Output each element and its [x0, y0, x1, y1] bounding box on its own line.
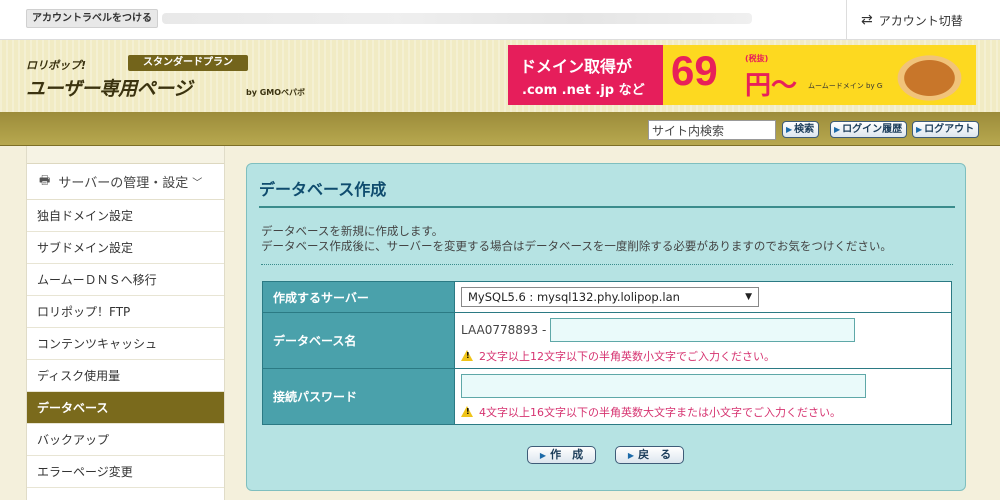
arrow-right-icon: ▶: [539, 451, 547, 460]
banner-tax: (税抜): [745, 54, 769, 63]
database-form: 作成するサーバー MySQL5.6 : mysql132.phy.lolipop…: [262, 281, 952, 425]
title-divider: [259, 206, 955, 208]
domain-ad-banner[interactable]: ドメイン取得が .com .net .jp など 69 (税抜) 円〜 ムームー…: [508, 45, 976, 105]
password-input[interactable]: [461, 373, 866, 398]
sidebar-item-backup[interactable]: バックアップ: [27, 424, 224, 456]
dbname-label: データベース名: [262, 312, 455, 369]
server-row: 作成するサーバー MySQL5.6 : mysql132.phy.lolipop…: [262, 281, 952, 313]
login-history-button[interactable]: ▶ ログイン履歴: [830, 121, 908, 138]
description-line-2: データベース作成後に、サーバーを変更する場合はデータベースを一度削除する必要があ…: [261, 239, 892, 253]
login-history-label: ログイン履歴: [842, 124, 903, 135]
banner-left: ドメイン取得が .com .net .jp など: [508, 45, 663, 105]
server-cell: MySQL5.6 : mysql132.phy.lolipop.lan ▼: [454, 281, 952, 313]
dbname-hint-text: 2文字以上12文字以下の半角英数小文字でご入力ください。: [479, 349, 775, 363]
arrow-right-icon: ▶: [834, 125, 841, 134]
sidebar-item-content-cache[interactable]: コンテンツキャッシュ: [27, 328, 224, 360]
blurred-account-info: [162, 13, 752, 24]
sidebar-top-spacer: [27, 146, 224, 164]
banner-tlds: .com .net .jp など: [522, 83, 645, 98]
password-hint-text: 4文字以上16文字以下の半角英数大文字または小文字でご入力ください。: [479, 405, 841, 419]
description-line-1: データベースを新規に作成します。: [261, 224, 444, 238]
search-bar: ▶検索 ▶ログイン履歴 ▶ログアウト: [0, 112, 1000, 146]
sidebar-section-label: サーバーの管理・設定: [58, 176, 189, 191]
back-button[interactable]: ▶ 戻 る: [615, 446, 684, 464]
sidebar: 🖶 サーバーの管理・設定 ﹀ 独自ドメイン設定 サブドメイン設定 ムームーＤＮＳ…: [26, 146, 225, 500]
sidebar-section-server[interactable]: 🖶 サーバーの管理・設定 ﹀: [27, 164, 224, 200]
sidebar-item-subdomain[interactable]: サブドメイン設定: [27, 232, 224, 264]
warning-icon: [461, 349, 474, 361]
top-bar: アカウントラベルをつける ⇄ アカウント切替: [0, 0, 1000, 40]
site-search-input[interactable]: [648, 120, 776, 140]
password-label: 接続パスワード: [262, 368, 455, 425]
logout-label: ログアウト: [924, 124, 975, 135]
dbname-row: データベース名 LAA0778893 - 2文字以上12文字以下の半角英数小文字…: [262, 312, 952, 369]
search-button[interactable]: ▶ 検索: [782, 121, 820, 138]
server-label: 作成するサーバー: [262, 281, 455, 313]
arrow-right-icon: ▶: [916, 125, 923, 134]
banner-right: 69 (税抜) 円〜 ムームードメイン by GMOペパボ: [663, 45, 976, 105]
account-label-button[interactable]: アカウントラベルをつける: [26, 9, 158, 28]
sidebar-item-error-page[interactable]: エラーページ変更: [27, 456, 224, 488]
company-name: by GMOペパボ: [246, 88, 306, 97]
banner-yen: 円〜: [745, 71, 798, 101]
sidebar-item-muumuu-dns[interactable]: ムームーＤＮＳへ移行: [27, 264, 224, 296]
arrow-right-icon: ▶: [786, 125, 793, 134]
header: ロリポップ! スタンダードプラン ユーザー専用ページ by GMOペパボ ドメイ…: [0, 40, 1000, 112]
dbname-input[interactable]: [550, 317, 856, 342]
password-cell: 4文字以上16文字以下の半角英数大文字または小文字でご入力ください。: [454, 368, 952, 425]
server-select[interactable]: MySQL5.6 : mysql132.phy.lolipop.lan ▼: [461, 287, 759, 307]
dotted-divider: [261, 264, 953, 265]
sidebar-item-custom-domain[interactable]: 独自ドメイン設定: [27, 200, 224, 232]
password-row: 接続パスワード 4文字以上16文字以下の半角英数大文字または小文字でご入力くださ…: [262, 368, 952, 425]
database-create-panel: データベース作成 データベースを新規に作成します。 データベース作成後に、サーバ…: [246, 163, 966, 491]
sidebar-item-disk-usage[interactable]: ディスク使用量: [27, 360, 224, 392]
warning-icon: [461, 405, 474, 417]
description: データベースを新規に作成します。 データベース作成後に、サーバーを変更する場合は…: [261, 224, 892, 254]
server-select-value: MySQL5.6 : mysql132.phy.lolipop.lan: [468, 290, 680, 304]
banner-price: 69: [671, 47, 718, 94]
create-button-label: 作 成: [550, 448, 584, 461]
server-icon: 🖶: [39, 173, 51, 187]
sidebar-item-ftp[interactable]: ロリポップ！FTP: [27, 296, 224, 328]
arrow-right-icon: ▶: [627, 451, 635, 460]
dbname-prefix: LAA0778893 -: [461, 322, 547, 337]
plan-badge: スタンダードプラン: [128, 55, 248, 71]
chevron-down-icon: ﹀: [192, 178, 203, 189]
dropdown-arrow-icon: ▼: [745, 292, 752, 302]
account-switch-button[interactable]: ⇄ アカウント切替: [846, 0, 1000, 40]
page-title: データベース作成: [259, 180, 387, 199]
logout-button[interactable]: ▶ ログアウト: [912, 121, 980, 138]
search-button-label: 検索: [794, 124, 815, 135]
account-switch-label: アカウント切替: [878, 13, 963, 28]
dbname-hint: 2文字以上12文字以下の半角英数小文字でご入力ください。: [461, 348, 951, 364]
password-hint: 4文字以上16文字以下の半角英数大文字または小文字でご入力ください。: [461, 404, 951, 420]
create-button[interactable]: ▶ 作 成: [527, 446, 596, 464]
switch-arrows-icon: ⇄: [861, 12, 873, 28]
dog-image: [883, 45, 976, 105]
back-button-label: 戻 る: [638, 448, 672, 461]
dbname-cell: LAA0778893 - 2文字以上12文字以下の半角英数小文字でご入力ください…: [454, 312, 952, 369]
brand-name: ロリポップ!: [26, 59, 87, 72]
banner-headline: ドメイン取得が: [520, 57, 633, 76]
user-page-title: ユーザー専用ページ: [26, 78, 192, 100]
sidebar-item-database[interactable]: データベース: [27, 392, 224, 424]
